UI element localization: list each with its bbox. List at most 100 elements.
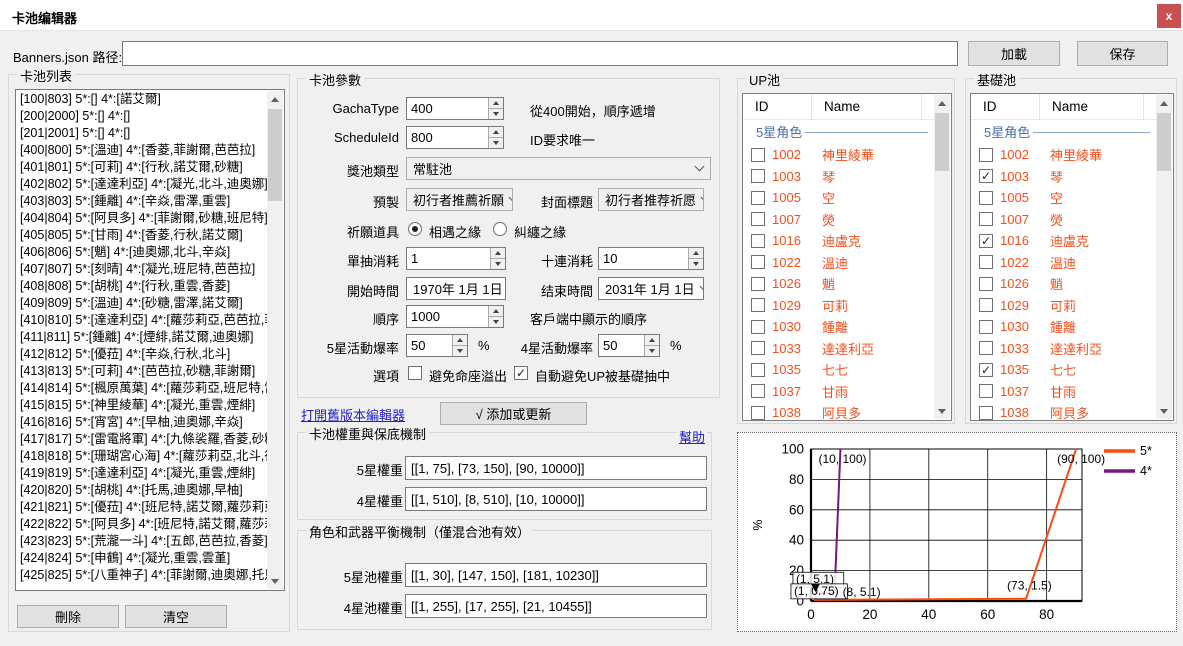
scrollbar-thumb[interactable] — [268, 109, 282, 201]
pool-list-item[interactable]: [417|817] 5*:[雷電將軍] 4*:[九條裟羅,香菱,砂糖] — [16, 431, 267, 448]
row-checkbox[interactable] — [979, 320, 993, 334]
up-pool-scrollbar[interactable] — [934, 95, 950, 419]
pool-row[interactable]: 1029可莉 — [971, 295, 1156, 317]
pool-weight4-input[interactable] — [405, 594, 707, 618]
weight4-input[interactable] — [405, 487, 707, 511]
pool-list-item[interactable]: [423|823] 5*:[荒瀧一斗] 4*:[五郎,芭芭拉,香菱] — [16, 533, 267, 550]
pool-list-item[interactable]: [421|821] 5*:[優菈] 4*:[班尼特,諾艾爾,蘿莎莉亞] — [16, 499, 267, 516]
row-checkbox[interactable] — [751, 363, 765, 377]
pool-row[interactable]: 1030鍾離 — [743, 316, 934, 338]
column-header-name[interactable]: Name — [1040, 94, 1144, 120]
scroll-up-icon[interactable] — [1156, 95, 1172, 111]
row-checkbox[interactable] — [751, 298, 765, 312]
row-checkbox[interactable] — [751, 320, 765, 334]
single-cost-down-icon[interactable] — [491, 259, 505, 269]
row-checkbox[interactable] — [751, 212, 765, 226]
row-checkbox[interactable] — [979, 298, 993, 312]
row-checkbox[interactable] — [979, 384, 993, 398]
end-time-picker[interactable]: 2031年 1月 1日 — [598, 277, 704, 300]
row-checkbox-checked[interactable] — [979, 363, 993, 377]
single-cost-spinner[interactable] — [406, 247, 506, 270]
path-input[interactable] — [122, 41, 958, 66]
row-checkbox[interactable] — [751, 169, 765, 183]
row-checkbox[interactable] — [751, 384, 765, 398]
pool-list-item[interactable]: [401|801] 5*:[可莉] 4*:[行秋,諾艾爾,砂糖] — [16, 159, 267, 176]
pool-list-item[interactable]: [201|2001] 5*:[] 4*:[] — [16, 125, 267, 142]
pool-list-item[interactable]: [406|806] 5*:[魈] 4*:[迪奧娜,北斗,辛焱] — [16, 244, 267, 261]
rate5-input[interactable] — [407, 335, 452, 356]
pool-list-item[interactable]: [402|802] 5*:[達達利亞] 4*:[凝光,北斗,迪奧娜] — [16, 176, 267, 193]
row-checkbox[interactable] — [751, 341, 765, 355]
pool-list-item[interactable]: [418|818] 5*:[珊瑚宮心海] 4*:[蘿莎莉亞,北斗,行秋] — [16, 448, 267, 465]
pool-row[interactable]: 1035七七 — [971, 359, 1156, 381]
row-checkbox-checked[interactable] — [979, 169, 993, 183]
column-header-id[interactable]: ID — [971, 94, 1040, 120]
pool-row[interactable]: 1029可莉 — [743, 295, 934, 317]
pool-row[interactable]: 1030鍾離 — [971, 316, 1156, 338]
scheduleid-down-icon[interactable] — [489, 138, 503, 148]
pool-list-item[interactable]: [409|809] 5*:[溫迪] 4*:[砂糖,雷澤,諾艾爾] — [16, 295, 267, 312]
row-checkbox[interactable] — [979, 341, 993, 355]
column-header-name[interactable]: Name — [812, 94, 922, 120]
pool-list-item[interactable]: [412|812] 5*:[優菈] 4*:[辛焱,行秋,北斗] — [16, 346, 267, 363]
pool-row[interactable]: 1038阿貝多 — [743, 402, 934, 420]
pool-list-item[interactable]: [419|819] 5*:[達達利亞] 4*:[凝光,重雲,煙緋] — [16, 465, 267, 482]
pool-list-item[interactable]: [100|803] 5*:[] 4*:[諾艾爾] — [16, 91, 267, 108]
scheduleid-spinner[interactable] — [406, 126, 504, 149]
pool-row[interactable]: 1005空 — [743, 187, 934, 209]
pool-list-item[interactable]: [414|814] 5*:[楓原萬葉] 4*:[蘿莎莉亞,班尼特,雷澤] — [16, 380, 267, 397]
pool-row[interactable]: 1016迪盧克 — [743, 230, 934, 252]
row-checkbox[interactable] — [751, 277, 765, 291]
gachatype-input[interactable] — [407, 98, 488, 119]
pool-list-item[interactable]: [408|808] 5*:[胡桃] 4*:[行秋,重雲,香菱] — [16, 278, 267, 295]
pool-list-item[interactable]: [403|803] 5*:[鍾離] 4*:[辛焱,雷澤,重雲] — [16, 193, 267, 210]
pool-row[interactable]: 1037甘雨 — [743, 381, 934, 403]
pool-listbox[interactable]: [100|803] 5*:[] 4*:[諾艾爾][200|2000] 5*:[]… — [15, 89, 285, 591]
sort-up-icon[interactable] — [489, 306, 503, 317]
pool-list-item[interactable]: [420|820] 5*:[胡桃] 4*:[托馬,迪奧娜,早柚] — [16, 482, 267, 499]
help-link[interactable]: 幫助 — [677, 427, 707, 446]
pool-list-item[interactable]: [200|2000] 5*:[] 4*:[] — [16, 108, 267, 125]
scroll-down-icon[interactable] — [267, 573, 283, 589]
load-button[interactable]: 加載 — [968, 41, 1060, 66]
row-checkbox[interactable] — [751, 191, 765, 205]
close-button[interactable]: x — [1157, 4, 1181, 28]
radio-intertwined-fate[interactable] — [493, 222, 507, 236]
pool-row[interactable]: 1002神里綾華 — [971, 144, 1156, 166]
pool-row[interactable]: 1016迪盧克 — [971, 230, 1156, 252]
save-button[interactable]: 保存 — [1077, 41, 1168, 66]
delete-button[interactable]: 刪除 — [17, 605, 119, 628]
pool-list-item[interactable]: [415|815] 5*:[神里綾華] 4*:[凝光,重雲,煙緋] — [16, 397, 267, 414]
scheduleid-input[interactable] — [407, 127, 488, 148]
rate4-up-icon[interactable] — [645, 335, 659, 346]
rate4-down-icon[interactable] — [645, 346, 659, 356]
sort-input[interactable] — [407, 306, 488, 327]
pool-row[interactable]: 1005空 — [971, 187, 1156, 209]
gachatype-down-icon[interactable] — [489, 109, 503, 119]
pool-list-item[interactable]: [400|800] 5*:[溫迪] 4*:[香菱,菲謝爾,芭芭拉] — [16, 142, 267, 159]
pool-weight5-input[interactable] — [405, 563, 707, 587]
pool-list-item[interactable]: [407|807] 5*:[刻晴] 4*:[凝光,班尼特,芭芭拉] — [16, 261, 267, 278]
pool-list-item[interactable]: [413|813] 5*:[可莉] 4*:[芭芭拉,砂糖,菲謝爾] — [16, 363, 267, 380]
scrollbar-thumb[interactable] — [1157, 113, 1171, 171]
pool-row[interactable]: 1002神里綾華 — [743, 144, 934, 166]
row-checkbox[interactable] — [751, 406, 765, 420]
pool-row[interactable]: 1037甘雨 — [971, 381, 1156, 403]
pool-row[interactable]: 1035七七 — [743, 359, 934, 381]
scheduleid-up-icon[interactable] — [489, 127, 503, 138]
pool-row[interactable]: 1003琴 — [743, 166, 934, 188]
start-time-picker[interactable]: 1970年 1月 1日 — [406, 277, 506, 300]
clear-button[interactable]: 清空 — [125, 605, 227, 628]
rate5-up-icon[interactable] — [453, 335, 467, 346]
sort-down-icon[interactable] — [489, 317, 503, 327]
pool-row[interactable]: 1038阿貝多 — [971, 402, 1156, 420]
pool-row[interactable]: 1007熒 — [743, 209, 934, 231]
row-checkbox[interactable] — [979, 191, 993, 205]
scroll-up-icon[interactable] — [267, 91, 283, 107]
row-checkbox[interactable] — [979, 212, 993, 226]
row-checkbox[interactable] — [979, 255, 993, 269]
pool-list-item[interactable]: [411|811] 5*:[鍾離] 4*:[煙緋,諾艾爾,迪奧娜] — [16, 329, 267, 346]
column-header-id[interactable]: ID — [743, 94, 812, 120]
weight5-input[interactable] — [405, 456, 707, 480]
row-checkbox-checked[interactable] — [979, 234, 993, 248]
